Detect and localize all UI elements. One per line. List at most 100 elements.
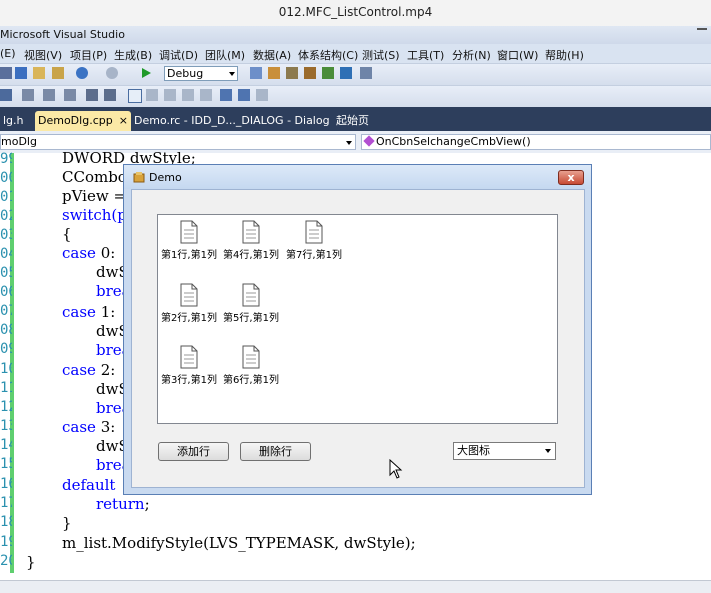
code-line: { — [62, 225, 72, 243]
line-number: 06 — [0, 284, 12, 300]
code-line: pView = — [62, 187, 127, 205]
toolbox-icon[interactable] — [304, 67, 316, 79]
menu-build[interactable]: 生成(B) — [114, 47, 152, 63]
method-select-value: OnCbnSelchangeCmbView() — [376, 135, 531, 148]
config-value: Debug — [167, 67, 204, 80]
extensions-icon[interactable] — [360, 67, 372, 79]
document-icon — [180, 283, 198, 307]
menu-tools[interactable]: 工具(T) — [407, 47, 444, 63]
list-item[interactable]: 第5行,第1列 — [220, 283, 282, 324]
tab-demodlg-h[interactable]: lg.h — [0, 111, 27, 131]
line-number: 16 — [0, 476, 12, 492]
dialog-title-bar[interactable] — [124, 165, 591, 189]
close-icon[interactable]: × — [119, 114, 128, 127]
list-item[interactable]: 第2行,第1列 — [158, 283, 220, 324]
keyword: default — [62, 476, 116, 494]
video-title: 012.MFC_ListControl.mp4 — [278, 5, 433, 19]
solution-configuration-select[interactable]: Debug — [164, 66, 238, 81]
menu-team[interactable]: 团队(M) — [205, 47, 245, 63]
line-number: 12 — [0, 399, 12, 415]
line-number: 08 — [0, 322, 12, 338]
properties-icon[interactable] — [286, 67, 298, 79]
menu-debug[interactable]: 调试(D) — [159, 47, 198, 63]
align-center-icon[interactable] — [43, 89, 55, 101]
code-line: case 2: — [62, 361, 115, 379]
list-item[interactable]: 第4行,第1列 — [220, 220, 282, 261]
close-button[interactable]: x — [558, 170, 584, 185]
line-number: 00 — [0, 170, 12, 186]
keyword: case — [62, 418, 96, 436]
horizontal-scrollbar[interactable] — [0, 580, 711, 593]
line-number: 15 — [0, 456, 12, 472]
chevron-down-icon — [229, 72, 235, 76]
add-row-button[interactable]: 添加行 — [158, 442, 229, 461]
bookmark-folder-icon[interactable] — [182, 89, 194, 101]
list-item-label: 第6行,第1列 — [223, 375, 279, 386]
tab-demodlg-cpp[interactable]: DemoDlg.cpp × — [35, 111, 131, 131]
class-select[interactable]: moDlg — [0, 134, 356, 150]
code-line: return; — [96, 495, 150, 513]
find-icon[interactable] — [250, 67, 262, 79]
ide-title: Microsoft Visual Studio — [0, 28, 125, 41]
redo-icon[interactable] — [106, 67, 118, 79]
list-item[interactable]: 第1行,第1列 — [158, 220, 220, 261]
line-number: 14 — [0, 437, 12, 453]
paste-icon[interactable] — [52, 67, 64, 79]
list-item[interactable]: 第7行,第1列 — [283, 220, 345, 261]
list-item[interactable]: 第3行,第1列 — [158, 345, 220, 386]
menu-test[interactable]: 测试(S) — [362, 47, 400, 63]
bookmark-icon[interactable] — [128, 89, 142, 103]
cut-icon[interactable] — [15, 67, 27, 79]
code-line: default — [62, 476, 115, 494]
indent-icon[interactable] — [220, 89, 232, 101]
list-item-label: 第7行,第1列 — [286, 250, 342, 261]
align-right-icon[interactable] — [64, 89, 76, 101]
code-line: case 0: — [62, 244, 115, 262]
keyword: case — [62, 244, 96, 262]
list-item-label: 第1行,第1列 — [161, 250, 217, 261]
tab-demo-rc[interactable]: Demo.rc - IDD_D..._DIALOG - Dialog — [131, 111, 333, 131]
list-item-label: 第5行,第1列 — [223, 313, 279, 324]
keyword: case — [62, 361, 96, 379]
code-text: 3: — [95, 418, 116, 436]
tab-start-page[interactable]: 起始页 — [333, 111, 372, 131]
minimize-icon[interactable] — [697, 28, 707, 40]
text-format-icon[interactable] — [0, 89, 12, 101]
menu-project[interactable]: 项目(P) — [70, 47, 107, 63]
toolbar-icon[interactable] — [0, 67, 12, 79]
chevron-down-icon — [346, 141, 352, 145]
line-number: 09 — [0, 341, 12, 357]
code-line: } — [62, 514, 72, 532]
tab-demodlg-cpp-label: DemoDlg.cpp — [38, 114, 113, 127]
menu-data[interactable]: 数据(A) — [253, 47, 291, 63]
line-number: 03 — [0, 227, 12, 243]
copy-icon[interactable] — [33, 67, 45, 79]
menu-edit[interactable]: (E) — [0, 47, 16, 60]
more-icon[interactable] — [256, 89, 268, 101]
list-item[interactable]: 第6行,第1列 — [220, 345, 282, 386]
menu-window[interactable]: 窗口(W) — [497, 47, 538, 63]
align-left-icon[interactable] — [22, 89, 34, 101]
outdent-icon[interactable] — [238, 89, 250, 101]
menu-analyze[interactable]: 分析(N) — [452, 47, 491, 63]
document-icon — [242, 220, 260, 244]
menu-help[interactable]: 帮助(H) — [545, 47, 584, 63]
solution-explorer-icon[interactable] — [268, 67, 280, 79]
view-style-select[interactable]: 大图标 — [453, 442, 556, 460]
bookmark-prev-icon[interactable] — [146, 89, 158, 101]
delete-row-button[interactable]: 删除行 — [240, 442, 311, 461]
bookmark-next-icon[interactable] — [164, 89, 176, 101]
class-select-value: moDlg — [1, 135, 37, 148]
menu-architecture[interactable]: 体系结构(C) — [298, 47, 358, 63]
object-browser-icon[interactable] — [322, 67, 334, 79]
line-number: 07 — [0, 303, 12, 319]
start-page-icon[interactable] — [340, 67, 352, 79]
list-item-label: 第3行,第1列 — [161, 375, 217, 386]
bookmark-clear-icon[interactable] — [200, 89, 212, 101]
uncomment-icon[interactable] — [104, 89, 116, 101]
comment-icon[interactable] — [86, 89, 98, 101]
menu-view[interactable]: 视图(V) — [24, 47, 62, 63]
method-select[interactable]: OnCbnSelchangeCmbView() — [361, 134, 711, 150]
undo-icon[interactable] — [76, 67, 88, 79]
start-debug-icon[interactable] — [140, 66, 152, 80]
